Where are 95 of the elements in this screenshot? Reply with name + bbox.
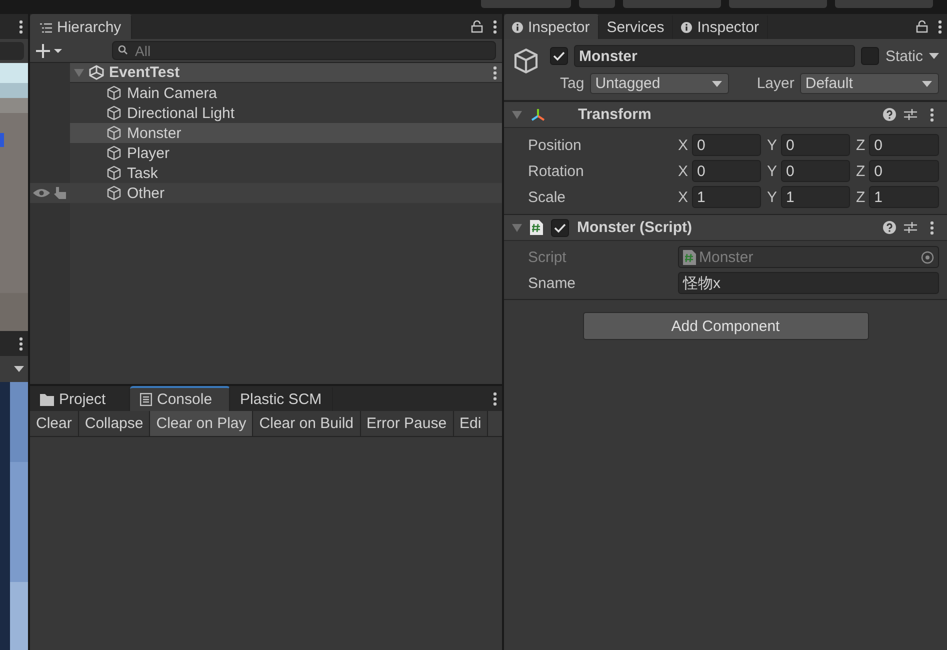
sliders-icon[interactable]: [904, 221, 917, 234]
axis-label: Y: [767, 162, 778, 180]
property-label: Position: [528, 136, 582, 154]
toolbar-button[interactable]: Error Pause: [360, 411, 454, 436]
cube-icon: [106, 125, 122, 141]
number-field[interactable]: 0: [781, 134, 850, 156]
folder-icon: [40, 394, 54, 406]
checkbox[interactable]: [551, 218, 569, 236]
static-label: Static: [885, 48, 923, 64]
more-icon[interactable]: [19, 336, 23, 350]
axis-label: Z: [856, 188, 866, 206]
more-icon[interactable]: [19, 20, 23, 34]
script-icon: [683, 250, 696, 264]
unity-logo-icon: [89, 65, 104, 80]
toolbar-button[interactable]: Clear on Build: [253, 411, 360, 436]
name-field[interactable]: Monster: [574, 45, 856, 67]
list-icon: [140, 393, 152, 406]
number-field[interactable]: 1: [692, 186, 761, 208]
property-label: Rotation: [528, 162, 585, 180]
more-icon[interactable]: [930, 220, 934, 234]
hierarchy-item[interactable]: Other: [70, 183, 502, 203]
tag-dropdown[interactable]: Untagged: [590, 73, 729, 94]
hierarchy-item[interactable]: Task: [70, 163, 502, 183]
add-component-button[interactable]: Add Component: [582, 312, 868, 340]
axis-label: X: [678, 162, 688, 180]
number-field[interactable]: 1: [869, 186, 939, 208]
search-field[interactable]: All: [112, 41, 496, 60]
property-label: Scale: [528, 188, 567, 206]
axis-label: Z: [856, 136, 866, 154]
more-icon[interactable]: [938, 20, 942, 34]
tag-label: Tag: [560, 75, 584, 92]
scene-row[interactable]: EventTest: [70, 63, 502, 83]
check-icon: [554, 222, 566, 232]
cube-icon: [512, 47, 540, 75]
toolbar-button[interactable]: Collapse: [78, 411, 150, 436]
caret-icon: [14, 366, 24, 372]
layer-dropdown[interactable]: Default: [800, 73, 939, 94]
sliders-icon[interactable]: [904, 108, 917, 121]
layer-label: Layer: [756, 75, 794, 92]
number-field[interactable]: 0: [692, 134, 761, 156]
hierarchy-tab[interactable]: Hierarchy: [30, 14, 132, 39]
number-field[interactable]: 0: [869, 134, 939, 156]
lock-icon[interactable]: [471, 20, 483, 33]
panel-tab[interactable]: Console: [130, 386, 230, 411]
axis-label: Z: [856, 162, 866, 180]
cube-icon: [106, 185, 122, 201]
component-header[interactable]: Transform: [504, 101, 947, 128]
caret-icon: [929, 53, 939, 59]
toolbar-button[interactable]: Edi: [454, 411, 488, 436]
cube-icon: [106, 105, 122, 121]
check-icon: [553, 51, 565, 61]
help-icon[interactable]: [883, 221, 896, 234]
number-field[interactable]: 1: [781, 186, 850, 208]
hierarchy-item[interactable]: Player: [70, 143, 502, 163]
search-icon: [118, 45, 130, 55]
target-icon[interactable]: [921, 250, 934, 264]
property-label: Sname: [528, 274, 577, 292]
cube-icon: [106, 145, 122, 161]
more-icon[interactable]: [493, 392, 497, 406]
caret-icon: [922, 80, 932, 86]
axis-label: Y: [767, 136, 778, 154]
more-icon[interactable]: [493, 20, 497, 34]
more-icon[interactable]: [493, 66, 497, 80]
hierarchy-item[interactable]: Main Camera: [70, 83, 502, 103]
hierarchy-item[interactable]: Directional Light: [70, 103, 502, 123]
info-icon: [681, 22, 692, 33]
axis-label: Y: [767, 188, 778, 206]
axis-label: X: [678, 136, 688, 154]
toolbar-button[interactable]: Clear on Play: [150, 411, 254, 436]
add-icon[interactable]: [36, 44, 62, 58]
toolbar-button[interactable]: Clear: [30, 411, 79, 436]
number-field[interactable]: 0: [869, 160, 939, 182]
help-icon[interactable]: [883, 108, 896, 121]
checkbox[interactable]: [861, 47, 880, 65]
script-icon: [530, 220, 543, 235]
component-header[interactable]: Monster (Script): [504, 214, 947, 241]
number-field[interactable]: 0: [692, 160, 761, 182]
info-icon: [512, 22, 523, 33]
more-icon[interactable]: [930, 108, 934, 122]
hand-icon[interactable]: [54, 186, 68, 200]
text-field[interactable]: 怪物x: [678, 272, 939, 294]
inspector-tab[interactable]: Services: [598, 14, 674, 39]
property-label: Script: [528, 248, 568, 266]
hierarchy-item[interactable]: Monster: [70, 123, 502, 143]
axes-icon: [530, 108, 546, 122]
lock-icon[interactable]: [916, 20, 928, 33]
caret-icon: [712, 80, 722, 86]
list-icon: [40, 22, 52, 32]
cube-icon: [106, 85, 122, 101]
checkbox[interactable]: [550, 47, 568, 65]
cube-icon: [106, 165, 122, 181]
axis-label: X: [678, 188, 688, 206]
number-field[interactable]: 0: [781, 160, 850, 182]
inspector-tab[interactable]: Inspector: [504, 14, 599, 39]
eye-icon[interactable]: [33, 188, 50, 198]
